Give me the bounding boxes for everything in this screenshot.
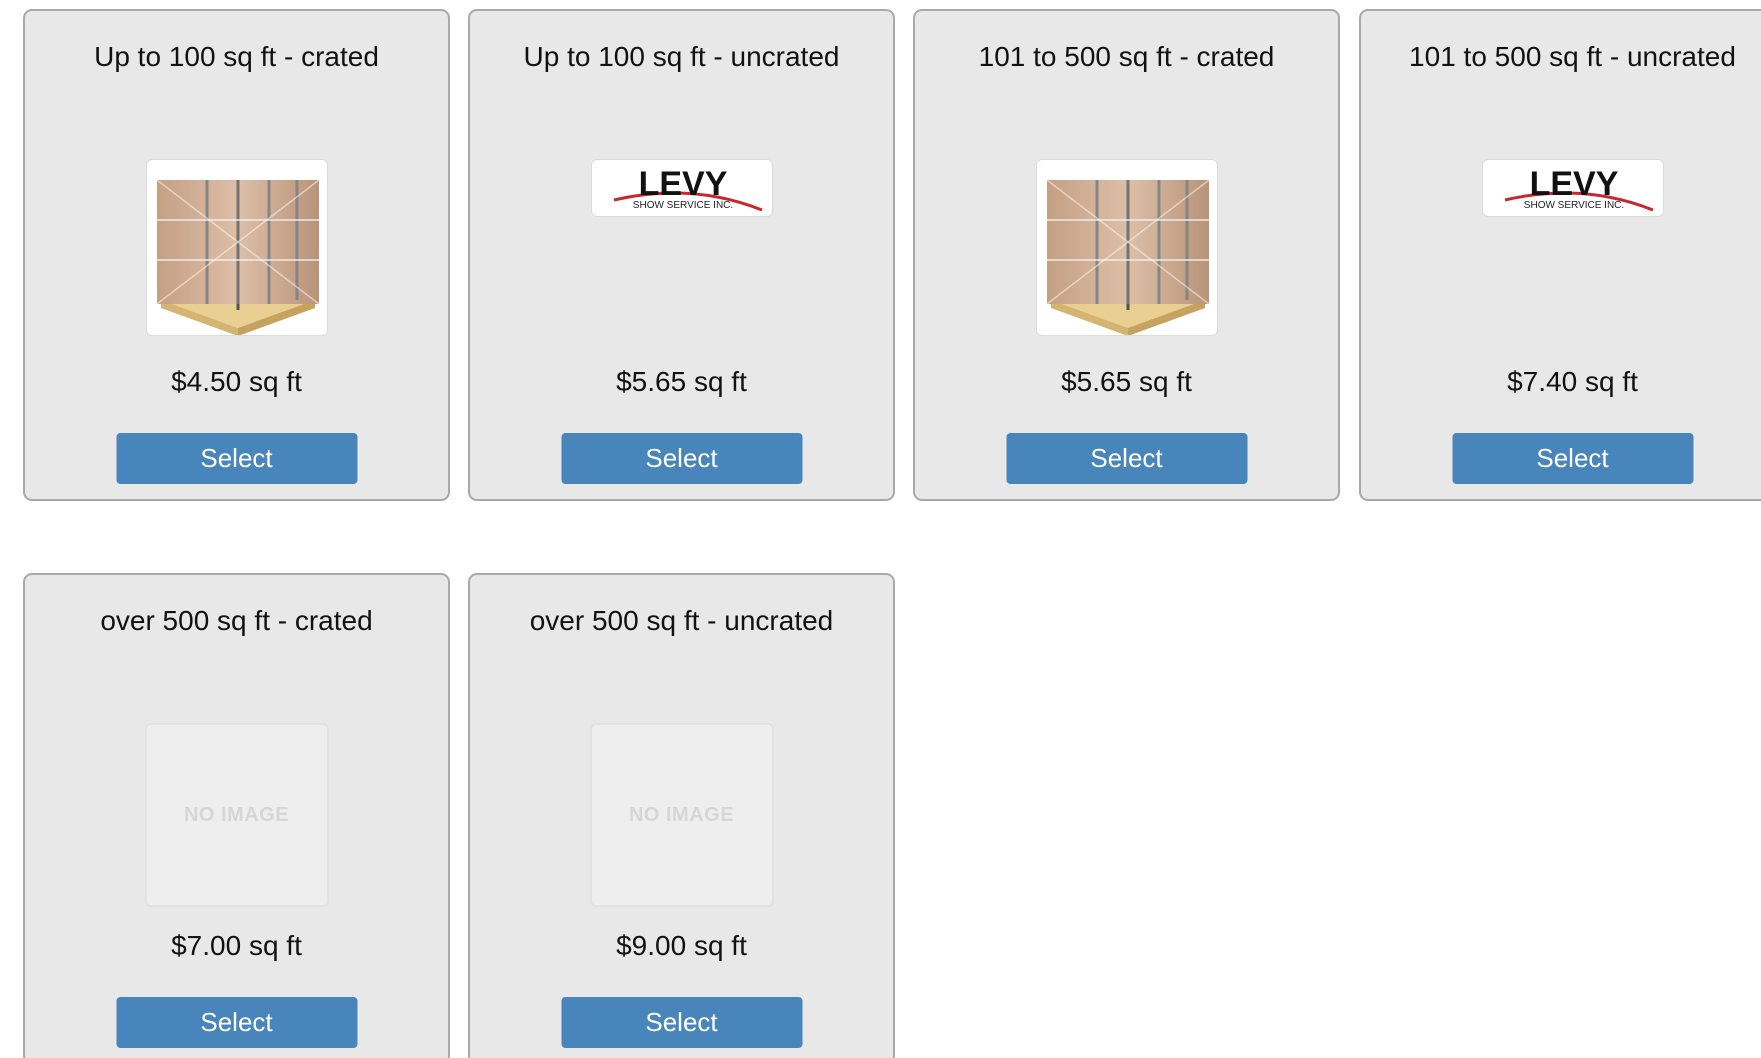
crate-pallet-image: [1035, 159, 1218, 336]
crate-pallet-image: [145, 159, 328, 336]
no-image-placeholder: NO IMAGE: [589, 723, 774, 907]
card-title: Up to 100 sq ft - crated: [94, 41, 379, 72]
product-card: 101 to 500 sq ft - uncrated LEVY SHOW SE…: [1359, 9, 1761, 501]
select-button[interactable]: Select: [561, 433, 802, 484]
no-image-label: NO IMAGE: [628, 803, 735, 826]
product-card: over 500 sq ft - crated NO IMAGE $7.00 s…: [23, 573, 450, 1058]
price-label: $7.40 sq ft: [1507, 366, 1638, 397]
product-card: 101 to 500 sq ft - crated $5.65 sq ft Se…: [913, 9, 1340, 501]
select-button[interactable]: Select: [561, 997, 802, 1048]
card-title: over 500 sq ft - uncrated: [529, 605, 834, 636]
no-image-label: NO IMAGE: [183, 803, 290, 826]
price-label: $9.00 sq ft: [616, 930, 747, 961]
select-button[interactable]: Select: [1006, 433, 1247, 484]
product-card: Up to 100 sq ft - uncrated LEVY SHOW SER…: [468, 9, 895, 501]
select-button[interactable]: Select: [116, 997, 357, 1048]
logo-subtext: SHOW SERVICE INC.: [1523, 200, 1623, 211]
logo-text: LEVY: [638, 165, 727, 203]
levy-logo-image: LEVY SHOW SERVICE INC.: [1481, 159, 1664, 217]
no-image-placeholder: NO IMAGE: [144, 723, 329, 907]
select-button[interactable]: Select: [116, 433, 357, 484]
product-card: Up to 100 sq ft - crated $4.50 sq ft Sel…: [23, 9, 450, 501]
price-label: $5.65 sq ft: [616, 366, 747, 397]
logo-text: LEVY: [1529, 165, 1618, 203]
product-card-grid: Up to 100 sq ft - crated $4.50 sq ft Sel…: [0, 0, 1761, 1058]
card-title: 101 to 500 sq ft - crated: [978, 41, 1275, 72]
card-title: Up to 100 sq ft - uncrated: [523, 41, 840, 72]
product-card: over 500 sq ft - uncrated NO IMAGE $9.00…: [468, 573, 895, 1058]
card-title: 101 to 500 sq ft - uncrated: [1409, 41, 1736, 72]
price-label: $7.00 sq ft: [171, 930, 302, 961]
price-label: $5.65 sq ft: [1061, 366, 1192, 397]
levy-logo-image: LEVY SHOW SERVICE INC.: [590, 159, 773, 217]
select-button[interactable]: Select: [1452, 433, 1693, 484]
logo-subtext: SHOW SERVICE INC.: [632, 200, 732, 211]
card-title: over 500 sq ft - crated: [100, 605, 373, 636]
price-label: $4.50 sq ft: [171, 366, 302, 397]
